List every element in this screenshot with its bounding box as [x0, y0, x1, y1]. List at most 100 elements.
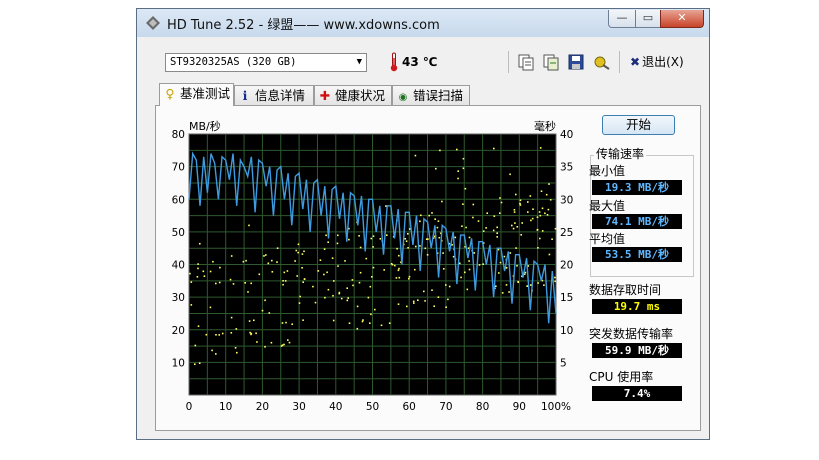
- minimize-button[interactable]: —: [608, 10, 636, 28]
- drive-select[interactable]: ST9320325AS (320 GB) ▼: [165, 53, 367, 72]
- copy-text-icon[interactable]: [517, 53, 535, 71]
- y-right-tick-label: 40: [560, 129, 573, 141]
- access-time-point: [301, 253, 304, 255]
- access-time-point: [493, 215, 496, 217]
- access-time-point: [495, 285, 497, 287]
- tab-error-scan[interactable]: ◉ 错误扫描: [392, 85, 470, 105]
- temperature-value: 43 ℃: [402, 55, 438, 69]
- access-time-point: [501, 292, 504, 294]
- start-button[interactable]: 开始: [602, 115, 675, 135]
- access-time-point: [549, 199, 552, 201]
- access-time-point: [284, 280, 287, 282]
- access-time-point: [472, 203, 475, 206]
- access-time-point: [530, 219, 532, 222]
- access-time-point: [468, 268, 471, 271]
- tab-label: 错误扫描: [413, 88, 464, 103]
- copy-screenshot-icon[interactable]: [542, 53, 560, 71]
- access-time-point: [215, 334, 217, 336]
- access-time-point: [197, 325, 200, 327]
- access-time-point: [472, 216, 474, 219]
- access-time-point: [205, 333, 208, 336]
- access-time-point: [288, 341, 291, 344]
- access-time-point: [412, 300, 415, 303]
- maximize-button[interactable]: ▭: [635, 10, 661, 28]
- y-left-tick-label: 40: [172, 260, 185, 272]
- access-time-point: [407, 233, 409, 235]
- access-time-point: [445, 306, 447, 308]
- access-time-point: [482, 230, 485, 232]
- access-time-point: [509, 252, 512, 254]
- access-time-point: [419, 245, 421, 247]
- access-time-point: [551, 238, 553, 240]
- benchmark-icon: ♀: [165, 86, 175, 101]
- access-time-point: [374, 308, 376, 311]
- access-time-point: [456, 148, 458, 151]
- access-time-point: [499, 197, 501, 199]
- access-time-point: [271, 259, 273, 262]
- access-time-point: [190, 281, 193, 283]
- save-disk-icon[interactable]: [567, 53, 585, 71]
- burst-rate-value: 59.9 MB/秒: [592, 343, 682, 358]
- access-time-point: [235, 328, 238, 330]
- benchmark-panel: 10 20 30 40 50 60 70 80 5 10 15 20 25 30 35 40 0 10 20 30 40…: [155, 105, 701, 431]
- access-time-point: [437, 296, 440, 298]
- access-time-point: [358, 281, 361, 284]
- access-time-point: [457, 170, 459, 172]
- access-time-point: [291, 323, 293, 325]
- toolbar-separator: [508, 51, 509, 73]
- access-time-point: [383, 269, 385, 271]
- access-time-point: [245, 259, 247, 262]
- access-time-point: [261, 309, 264, 312]
- x-tick-label: 40: [329, 401, 342, 413]
- access-time-point: [466, 288, 469, 291]
- tab-info[interactable]: ℹ 信息详情: [234, 85, 314, 105]
- tab-health[interactable]: ✚ 健康状况: [314, 85, 392, 105]
- access-time-point: [369, 322, 371, 324]
- access-time-point: [379, 238, 382, 240]
- y-left-tick-label: 80: [172, 129, 185, 141]
- access-time-point: [356, 327, 359, 330]
- access-time-point: [236, 351, 238, 354]
- min-label: 最小值: [589, 164, 626, 178]
- access-time-point: [498, 272, 500, 274]
- access-time-point: [197, 267, 199, 270]
- x-tick-label: 100%: [541, 401, 571, 413]
- access-time-point: [390, 263, 393, 265]
- y-right-tick-label: 10: [560, 325, 573, 337]
- access-time-point: [482, 263, 484, 265]
- access-time-point: [468, 236, 471, 239]
- title-bar[interactable]: HD Tune 2.52 - 绿盟—— www.xdowns.com — ▭ ✕: [137, 9, 709, 37]
- access-time-point: [539, 214, 542, 217]
- access-time-point: [511, 224, 513, 227]
- access-time-point: [405, 240, 408, 242]
- access-time-point: [356, 305, 359, 308]
- access-time-point: [194, 344, 197, 347]
- access-time-point: [370, 237, 373, 240]
- access-time-point: [497, 248, 500, 251]
- toolbar-separator: [619, 51, 620, 73]
- max-label: 最大值: [589, 199, 626, 213]
- tab-benchmark[interactable]: ♀ 基准测试: [159, 83, 234, 106]
- access-time-point: [386, 234, 388, 236]
- chevron-down-icon: ▼: [356, 57, 362, 67]
- access-time-point: [548, 183, 550, 185]
- access-time-point: [536, 216, 539, 218]
- access-time-point: [524, 271, 527, 274]
- access-time-point: [323, 248, 326, 250]
- access-time-point: [505, 284, 508, 286]
- exit-button[interactable]: ✖ 退出(X): [630, 53, 684, 70]
- close-button[interactable]: ✕: [660, 10, 704, 28]
- access-time-point: [372, 246, 374, 248]
- access-time-point: [302, 319, 304, 321]
- access-time-point: [515, 247, 517, 249]
- access-time-point: [397, 303, 400, 305]
- access-time-point: [508, 291, 510, 293]
- access-time-point: [209, 270, 212, 273]
- access-time-point: [199, 242, 201, 245]
- options-wrench-icon[interactable]: [593, 53, 611, 71]
- drive-select-value: ST9320325AS (320 GB): [170, 56, 297, 68]
- access-time-point: [271, 271, 274, 273]
- tab-label: 基准测试: [180, 86, 231, 101]
- access-time-point: [211, 349, 213, 352]
- access-time-point: [352, 284, 354, 287]
